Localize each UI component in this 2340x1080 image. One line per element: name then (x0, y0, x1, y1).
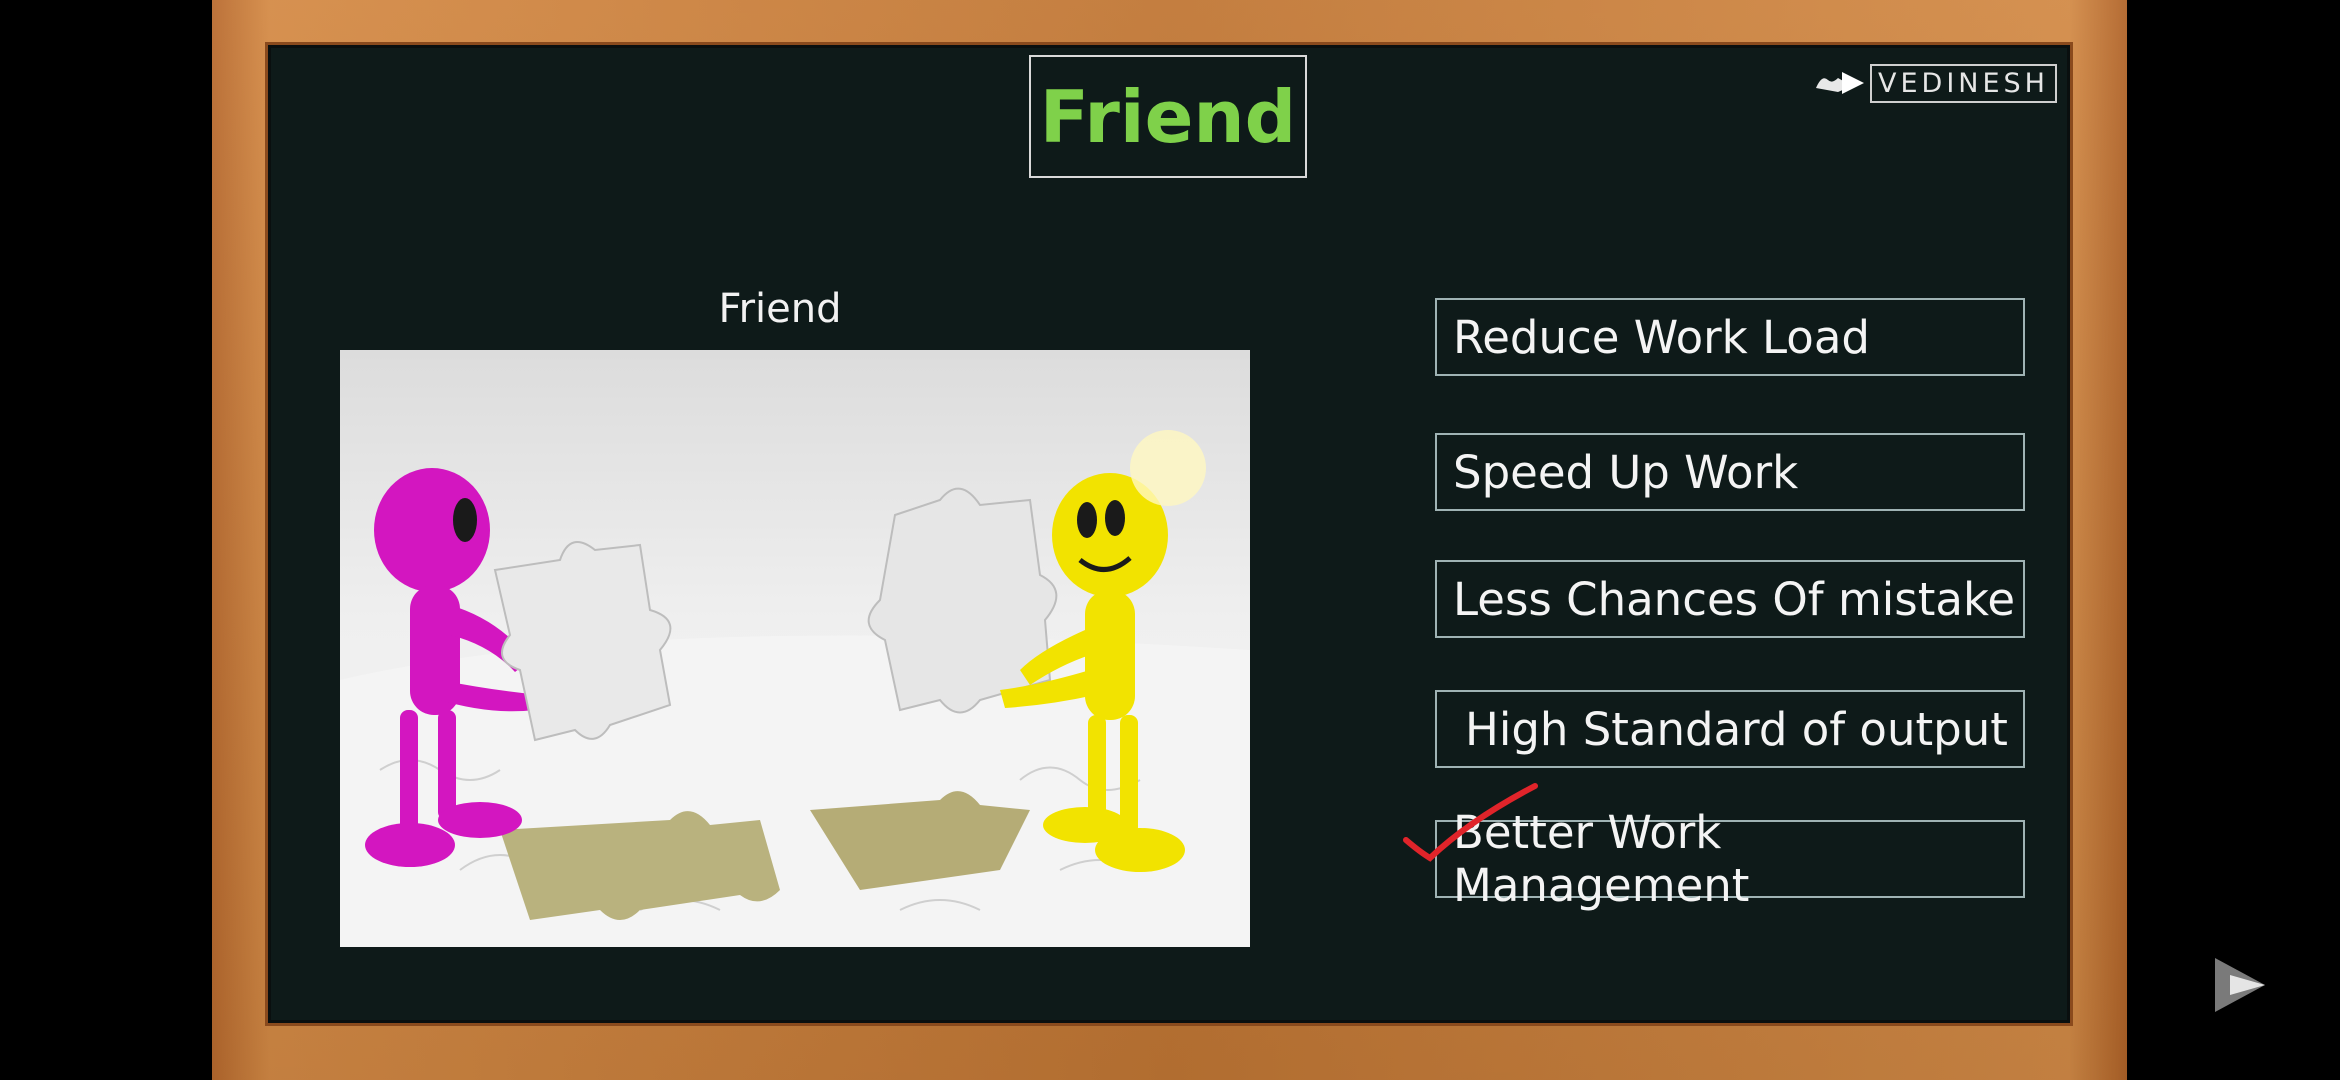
benefit-item-3: Less Chances Of mistake (1435, 560, 2025, 638)
benefit-item-4: High Standard of output (1435, 690, 2025, 768)
logo-text: VEDINESH (1870, 63, 2057, 103)
red-checkmark-icon (1400, 780, 1545, 865)
slide-title-box: Friend (1029, 55, 1307, 178)
picture-caption: Friend (718, 286, 842, 332)
benefit-item-2: Speed Up Work (1435, 433, 2025, 511)
benefit-item-1: Reduce Work Load (1435, 298, 2025, 376)
friends-puzzle-image (340, 350, 1250, 947)
vedinesh-logo-icon (1812, 66, 1870, 100)
channel-logo: VEDINESH (1812, 60, 2057, 106)
play-triangle-icon[interactable] (2210, 950, 2270, 1020)
slide-title: Friend (1039, 74, 1297, 159)
